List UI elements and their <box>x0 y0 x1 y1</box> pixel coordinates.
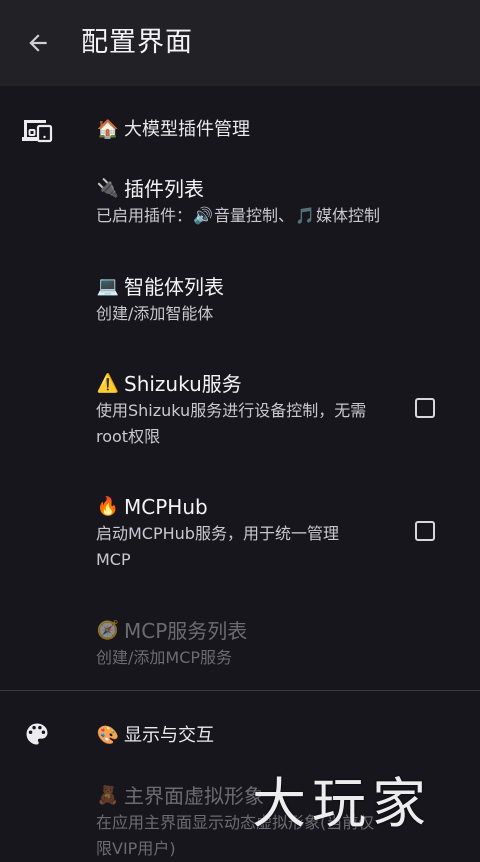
shizuku-checkbox[interactable] <box>415 398 435 418</box>
app-bar: 配置界面 <box>0 0 480 86</box>
page-title: 配置界面 <box>81 27 193 58</box>
pref-summary: 启动MCPHub服务，用于统一管理MCP <box>96 524 339 569</box>
pref-title: MCP服务列表 <box>124 619 248 643</box>
divider <box>0 690 480 691</box>
pref-title: MCPHub <box>124 495 208 519</box>
plugin-media: 媒体控制 <box>316 206 381 225</box>
palette-icon <box>23 720 51 752</box>
palette-emoji-icon: 🎨 <box>96 725 120 746</box>
compass-icon: 🧭 <box>96 620 120 641</box>
back-button[interactable] <box>18 25 58 61</box>
arrow-back-icon <box>29 34 47 52</box>
pref-mcp-list: 🧭 MCP服务列表 创建/添加MCP服务 <box>96 617 396 671</box>
speaker-icon: 🔊 <box>193 206 213 225</box>
devices-icon <box>20 118 54 148</box>
summary-prefix: 已启用插件： <box>96 206 193 225</box>
category-label: 大模型插件管理 <box>124 119 250 140</box>
pref-shizuku[interactable]: ⚠️ Shizuku服务 使用Shizuku服务进行设备控制，无需root权限 <box>96 370 376 450</box>
pref-mcphub[interactable]: 🔥 MCPHub 启动MCPHub服务，用于统一管理MCP <box>96 493 371 573</box>
pref-summary: 创建/添加MCP服务 <box>96 648 233 667</box>
plug-icon: 🔌 <box>96 178 120 199</box>
pref-plugin-list[interactable]: 🔌 插件列表 已启用插件：🔊音量控制、🎵媒体控制 <box>96 175 456 229</box>
bear-icon: 🧸 <box>96 785 120 806</box>
category-label: 显示与交互 <box>124 725 214 746</box>
pref-title: 插件列表 <box>124 177 204 201</box>
pref-title: 主界面虚拟形象 <box>124 784 264 808</box>
category-title-model-plugins: 🏠 大模型插件管理 <box>96 117 250 143</box>
category-title-display: 🎨 显示与交互 <box>96 723 214 749</box>
pref-summary: 已启用插件：🔊音量控制、🎵媒体控制 <box>96 203 456 229</box>
watermark: 大玩家 <box>252 772 432 835</box>
fire-icon: 🔥 <box>96 496 120 517</box>
computer-icon: 💻 <box>96 276 120 297</box>
house-icon: 🏠 <box>96 119 120 140</box>
warning-icon: ⚠️ <box>96 373 120 394</box>
music-note-icon: 🎵 <box>295 206 315 225</box>
pref-title: Shizuku服务 <box>124 372 242 396</box>
pref-title: 智能体列表 <box>124 275 224 299</box>
pref-summary: 创建/添加智能体 <box>96 304 214 323</box>
pref-summary: 使用Shizuku服务进行设备控制，无需root权限 <box>96 401 367 446</box>
plugin-volume: 音量控制、 <box>214 206 295 225</box>
mcphub-checkbox[interactable] <box>415 521 435 541</box>
pref-agent-list[interactable]: 💻 智能体列表 创建/添加智能体 <box>96 273 396 327</box>
